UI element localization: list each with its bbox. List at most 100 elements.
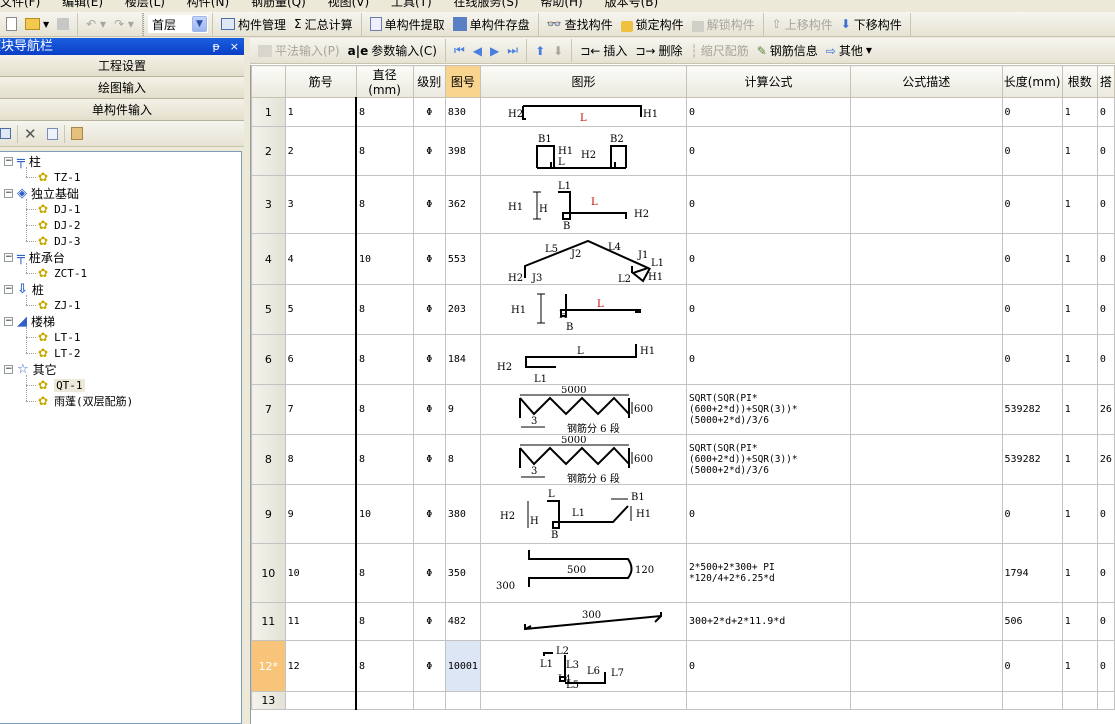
formula-cell[interactable] bbox=[685, 691, 851, 710]
move-down-button[interactable]: ⬇ 下移构件 bbox=[837, 13, 906, 35]
nav-single-component-input[interactable]: 单构件输入 bbox=[0, 99, 244, 121]
menu-version[interactable]: 版本号(B) bbox=[605, 0, 659, 8]
lap-cell[interactable]: 26 bbox=[1096, 434, 1115, 485]
bar-no-cell[interactable]: 5 bbox=[284, 284, 358, 335]
formula-desc-cell[interactable] bbox=[849, 434, 1003, 485]
tree-leaf[interactable]: ✿ ZJ-1 bbox=[38, 297, 81, 313]
table-row[interactable]: 7 7 8 Φ 9 5000 600 3 钢筋分 6 段 SQRT(SQR(PI*(… bbox=[251, 384, 1115, 435]
formula-desc-cell[interactable] bbox=[849, 97, 1003, 127]
prev-row-button[interactable]: ◀ bbox=[469, 40, 486, 62]
shape-cell[interactable] bbox=[479, 691, 687, 710]
bar-no-cell[interactable]: 11 bbox=[284, 602, 358, 641]
bar-no-cell[interactable]: 10 bbox=[284, 543, 358, 603]
unlock-component-button[interactable]: 解锁构件 bbox=[688, 13, 759, 35]
length-cell[interactable]: 506 bbox=[1001, 602, 1063, 641]
formula-desc-cell[interactable] bbox=[849, 602, 1003, 641]
menu-online[interactable]: 在线服务(S) bbox=[454, 0, 519, 8]
grade-cell[interactable]: Φ bbox=[412, 97, 446, 127]
tree-category[interactable]: − ◈ 独立基础 bbox=[4, 185, 79, 201]
row-header[interactable]: 6 bbox=[251, 334, 286, 385]
figure-no-cell[interactable]: 10001 bbox=[444, 640, 481, 692]
redo-button[interactable]: ↷ ▾ bbox=[110, 13, 138, 35]
pin-icon[interactable]: ᵽ bbox=[212, 38, 219, 55]
delete-component-button[interactable]: ✕ bbox=[20, 123, 41, 145]
collapse-icon[interactable]: − bbox=[4, 188, 13, 198]
tree-leaf[interactable]: ✿ DJ-3 bbox=[38, 233, 81, 249]
tree-leaf[interactable]: ✿ DJ-2 bbox=[38, 217, 81, 233]
table-row[interactable]: 11 11 8 Φ 482 300 300+2*d+2*11.9*d 506 1… bbox=[251, 602, 1115, 641]
col-header-length[interactable]: 长度(mm) bbox=[1001, 65, 1063, 98]
new-component-button[interactable] bbox=[0, 123, 15, 145]
length-cell[interactable]: 0 bbox=[1001, 640, 1063, 692]
lap-cell[interactable]: 0 bbox=[1096, 602, 1115, 641]
row-header[interactable]: 12* bbox=[251, 640, 286, 692]
shape-cell[interactable]: L B1 H2 H L1 H1 B bbox=[479, 484, 687, 544]
tree-leaf[interactable]: ✿ TZ-1 bbox=[38, 169, 81, 185]
table-row[interactable]: 9 9 10 Φ 380 L B1 H2 H L1 H1 B 0 0 1 0 bbox=[251, 484, 1115, 544]
formula-desc-cell[interactable] bbox=[849, 484, 1003, 544]
length-cell[interactable]: 539282 bbox=[1001, 434, 1063, 485]
shape-cell[interactable]: 5000 600 3 钢筋分 6 段 bbox=[479, 434, 687, 485]
formula-desc-cell[interactable] bbox=[849, 233, 1003, 285]
grade-cell[interactable]: Φ bbox=[412, 640, 446, 692]
length-cell[interactable]: 0 bbox=[1001, 334, 1063, 385]
grade-cell[interactable] bbox=[412, 691, 446, 710]
menu-file[interactable]: 文件(F) bbox=[0, 0, 40, 8]
row-header[interactable]: 13 bbox=[251, 691, 286, 710]
formula-cell[interactable]: 0 bbox=[685, 484, 851, 544]
col-header-figure-no[interactable]: 图号 bbox=[444, 65, 481, 98]
collapse-icon[interactable]: − bbox=[4, 316, 13, 326]
next-row-button[interactable]: ▶ bbox=[486, 40, 503, 62]
tree-leaf[interactable]: ✿ ZCT-1 bbox=[38, 265, 87, 281]
length-cell[interactable]: 0 bbox=[1001, 233, 1063, 285]
figure-no-cell[interactable]: 398 bbox=[444, 126, 481, 176]
collapse-icon[interactable]: − bbox=[4, 156, 13, 166]
diameter-cell[interactable]: 10 bbox=[355, 233, 414, 285]
lap-cell[interactable]: 0 bbox=[1096, 126, 1115, 176]
count-cell[interactable]: 1 bbox=[1061, 434, 1098, 485]
scale-rebar-button[interactable]: ┆ 缩尺配筋 bbox=[686, 40, 752, 62]
menu-help[interactable]: 帮助(H) bbox=[540, 0, 582, 8]
table-row[interactable]: 3 3 8 Φ 362 H1 H L1 L H2 B 0 0 1 0 bbox=[251, 175, 1115, 234]
copy-component-button[interactable] bbox=[43, 123, 62, 145]
diameter-cell[interactable]: 8 bbox=[355, 434, 414, 485]
row-header[interactable]: 2 bbox=[251, 126, 286, 176]
nav-project-settings[interactable]: 工程设置 bbox=[0, 55, 244, 77]
diameter-cell[interactable]: 8 bbox=[355, 543, 414, 603]
lap-cell[interactable]: 0 bbox=[1096, 484, 1115, 544]
table-row[interactable]: 1 1 8 Φ 830 H2 L H1 0 0 1 0 bbox=[251, 97, 1115, 127]
col-header-bar-no[interactable]: 筋号 bbox=[284, 65, 357, 98]
length-cell[interactable]: 0 bbox=[1001, 175, 1063, 234]
row-header[interactable]: 10 bbox=[251, 543, 286, 603]
extract-single-button[interactable]: 单构件提取 bbox=[366, 13, 449, 35]
row-header[interactable]: 8 bbox=[251, 434, 286, 485]
formula-cell[interactable]: 0 bbox=[685, 284, 851, 335]
last-row-button[interactable]: ⏭ bbox=[503, 40, 522, 62]
lap-cell[interactable]: 0 bbox=[1096, 334, 1115, 385]
diameter-cell[interactable] bbox=[355, 691, 414, 710]
collapse-icon[interactable]: − bbox=[4, 284, 13, 294]
shape-cell[interactable]: B1 B2 H1 H2 L bbox=[479, 126, 687, 176]
move-up-button[interactable]: ⇧ 上移构件 bbox=[768, 13, 837, 35]
length-cell[interactable] bbox=[1001, 691, 1063, 710]
bar-no-cell[interactable]: 9 bbox=[284, 484, 358, 544]
count-cell[interactable]: 1 bbox=[1061, 602, 1098, 641]
formula-cell[interactable]: 0 bbox=[685, 640, 851, 692]
row-header[interactable]: 9 bbox=[251, 484, 286, 544]
delete-button[interactable]: ⊐→ 删除 bbox=[631, 40, 686, 62]
new-button[interactable] bbox=[2, 13, 21, 35]
figure-no-cell[interactable]: 830 bbox=[444, 97, 481, 127]
save-button[interactable] bbox=[53, 13, 73, 35]
length-cell[interactable]: 0 bbox=[1001, 284, 1063, 335]
shape-cell[interactable]: H1 H L B bbox=[479, 284, 687, 335]
bar-no-cell[interactable]: 2 bbox=[284, 126, 358, 176]
open-button[interactable]: ▼ bbox=[21, 13, 53, 35]
insert-button[interactable]: ⊐← 插入 bbox=[576, 40, 631, 62]
floor-select[interactable]: 首层 ▼ bbox=[147, 15, 208, 33]
save-single-button[interactable]: 单构件存盘 bbox=[449, 13, 534, 35]
lap-cell[interactable]: 0 bbox=[1096, 175, 1115, 234]
formula-cell[interactable]: 0 bbox=[685, 175, 851, 234]
row-down-button[interactable]: ⬇ bbox=[549, 40, 567, 62]
formula-desc-cell[interactable] bbox=[849, 640, 1003, 692]
shape-cell[interactable]: H1 H L1 L H2 B bbox=[479, 175, 687, 234]
